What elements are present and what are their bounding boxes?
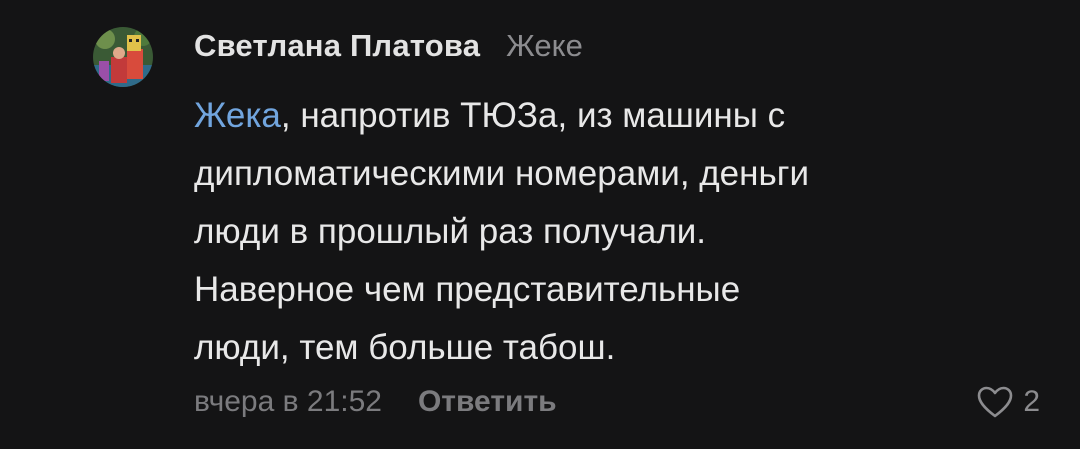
avatar[interactable]	[93, 27, 153, 87]
comment-header: Светлана Платова Жеке	[194, 28, 1054, 74]
comment: Светлана Платова Жеке Жека, напротив ТЮЗ…	[0, 0, 1080, 449]
author-name[interactable]: Светлана Платова	[194, 28, 480, 64]
comment-text-body: , напротив ТЮЗа, из машины с дипломатиче…	[194, 96, 810, 367]
reply-to-name[interactable]: Жеке	[506, 28, 583, 64]
comment-body: Светлана Платова Жеке Жека, напротив ТЮЗ…	[194, 28, 1054, 377]
like-button[interactable]: 2	[976, 385, 1040, 419]
comment-footer: вчера в 21:52 Ответить 2	[194, 379, 1040, 425]
reply-button[interactable]: Ответить	[418, 385, 557, 419]
like-count: 2	[1023, 385, 1040, 418]
mention-link[interactable]: Жека	[194, 96, 281, 135]
comment-date: вчера в 21:52	[194, 385, 382, 418]
heart-outline-icon	[978, 386, 1013, 418]
comment-text: Жека, напротив ТЮЗа, из машины с диплома…	[194, 87, 1024, 377]
